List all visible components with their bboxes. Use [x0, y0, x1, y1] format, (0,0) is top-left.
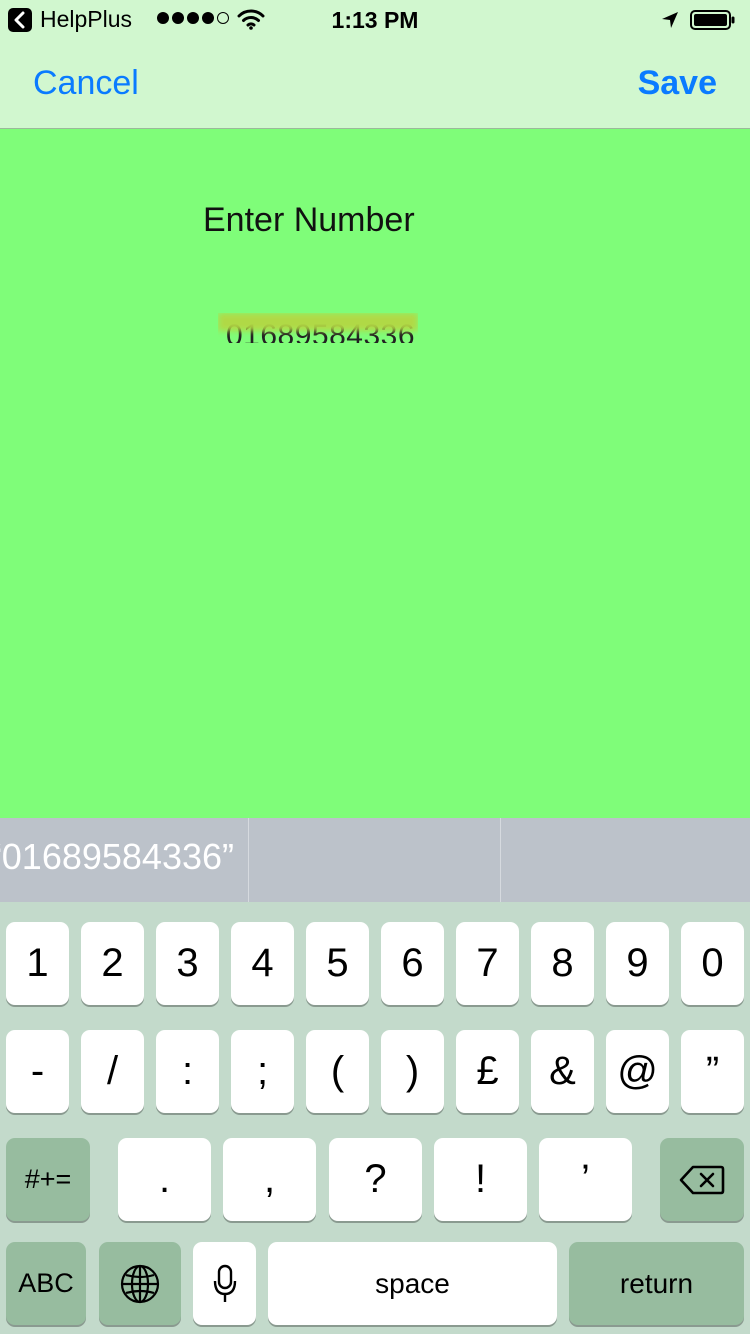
key-quote[interactable]: ”: [681, 1030, 744, 1113]
key-period[interactable]: .: [118, 1138, 211, 1221]
status-bar: HelpPlus 1:13 PM: [0, 0, 750, 40]
key-2[interactable]: 2: [81, 922, 144, 1005]
key-apostrophe[interactable]: ’: [539, 1138, 632, 1221]
key-more-symbols[interactable]: #+=: [6, 1138, 90, 1221]
enter-number-label: Enter Number: [203, 201, 415, 239]
key-at[interactable]: @: [606, 1030, 669, 1113]
key-3[interactable]: 3: [156, 922, 219, 1005]
globe-key[interactable]: [99, 1242, 181, 1325]
key-7[interactable]: 7: [456, 922, 519, 1005]
key-9[interactable]: 9: [606, 922, 669, 1005]
key-8[interactable]: 8: [531, 922, 594, 1005]
keyboard: 1 2 3 4 5 6 7 8 9 0 - / : ; ( ) £ & @ ” …: [0, 902, 750, 1334]
key-question[interactable]: ?: [329, 1138, 422, 1221]
globe-icon: [120, 1264, 160, 1303]
cancel-button[interactable]: Cancel: [33, 64, 139, 103]
key-exclamation[interactable]: !: [434, 1138, 527, 1221]
key-slash[interactable]: /: [81, 1030, 144, 1113]
key-6[interactable]: 6: [381, 922, 444, 1005]
location-arrow-icon: [662, 12, 678, 28]
key-pound[interactable]: £: [456, 1030, 519, 1113]
save-button[interactable]: Save: [638, 64, 717, 103]
return-key[interactable]: return: [569, 1242, 744, 1325]
microphone-icon: [213, 1264, 236, 1302]
form-area: Enter Number 01689584336: [0, 129, 750, 818]
clock-time: 1:13 PM: [331, 7, 419, 33]
battery-icon: [690, 10, 735, 30]
key-ampersand[interactable]: &: [531, 1030, 594, 1113]
suggestion-1[interactable]: “01689584336”: [0, 818, 248, 902]
key-abc[interactable]: ABC: [6, 1242, 86, 1325]
key-semicolon[interactable]: ;: [231, 1030, 294, 1113]
key-colon[interactable]: :: [156, 1030, 219, 1113]
space-key[interactable]: space: [268, 1242, 557, 1325]
redaction-blur: [218, 313, 418, 331]
key-1[interactable]: 1: [6, 922, 69, 1005]
key-comma[interactable]: ,: [223, 1138, 316, 1221]
suggestion-3[interactable]: [501, 818, 750, 902]
key-5[interactable]: 5: [306, 922, 369, 1005]
nav-bar: Cancel Save: [0, 40, 750, 129]
number-input[interactable]: 01689584336: [218, 313, 418, 343]
dictation-key[interactable]: [193, 1242, 256, 1325]
key-hyphen[interactable]: -: [6, 1030, 69, 1113]
suggestion-1-text: “01689584336”: [0, 836, 234, 877]
key-4[interactable]: 4: [231, 922, 294, 1005]
delete-key[interactable]: [660, 1138, 744, 1221]
key-close-paren[interactable]: ): [381, 1030, 444, 1113]
key-0[interactable]: 0: [681, 922, 744, 1005]
suggestion-bar: “01689584336”: [0, 818, 750, 902]
key-open-paren[interactable]: (: [306, 1030, 369, 1113]
suggestion-2[interactable]: [249, 818, 500, 902]
backspace-icon: [679, 1165, 725, 1194]
